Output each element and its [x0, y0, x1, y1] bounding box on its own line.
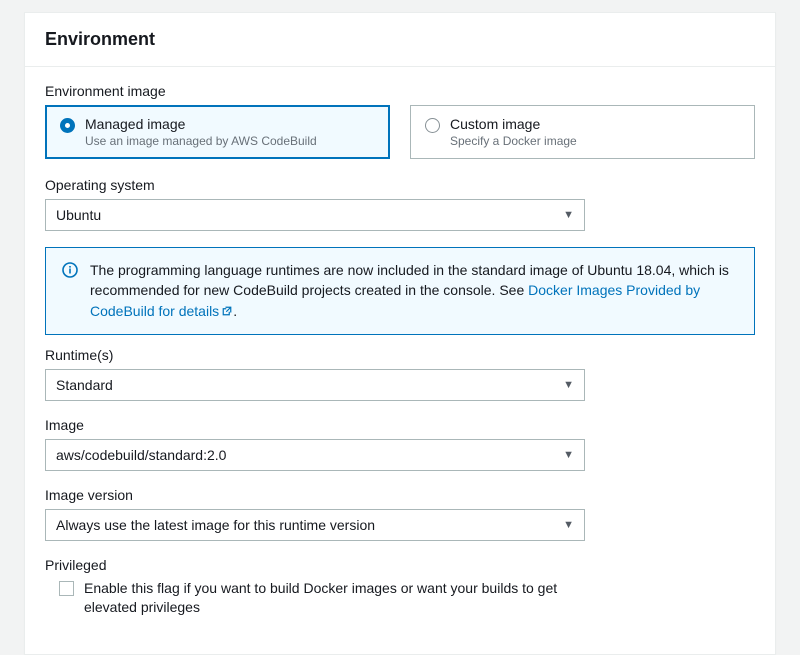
- image-version-select[interactable]: Always use the latest image for this run…: [45, 509, 585, 541]
- operating-system-select[interactable]: Ubuntu ▼: [45, 199, 585, 231]
- info-icon: [62, 262, 78, 278]
- image-label: Image: [45, 417, 755, 433]
- managed-image-desc: Use an image managed by AWS CodeBuild: [85, 134, 317, 148]
- managed-image-title: Managed image: [85, 116, 317, 132]
- radio-icon: [60, 118, 75, 133]
- chevron-down-icon: ▼: [563, 209, 574, 221]
- runtime-info-box: The programming language runtimes are no…: [45, 247, 755, 335]
- environment-image-group: Environment image Managed image Use an i…: [45, 83, 755, 159]
- info-text-post: .: [233, 303, 237, 319]
- image-select[interactable]: aws/codebuild/standard:2.0 ▼: [45, 439, 585, 471]
- operating-system-value: Ubuntu: [56, 207, 101, 223]
- runtime-label: Runtime(s): [45, 347, 755, 363]
- environment-image-label: Environment image: [45, 83, 755, 99]
- panel-body: Environment image Managed image Use an i…: [25, 67, 775, 654]
- custom-image-title: Custom image: [450, 116, 577, 132]
- panel-header: Environment: [25, 13, 775, 67]
- privileged-checkbox-label: Enable this flag if you want to build Do…: [84, 579, 594, 618]
- image-version-group: Image version Always use the latest imag…: [45, 487, 755, 541]
- runtime-group: Runtime(s) Standard ▼: [45, 347, 755, 401]
- chevron-down-icon: ▼: [563, 449, 574, 461]
- custom-image-desc: Specify a Docker image: [450, 134, 577, 148]
- environment-image-radio-group: Managed image Use an image managed by AW…: [45, 105, 755, 159]
- managed-image-option[interactable]: Managed image Use an image managed by AW…: [45, 105, 390, 159]
- chevron-down-icon: ▼: [563, 519, 574, 531]
- runtime-select[interactable]: Standard ▼: [45, 369, 585, 401]
- operating-system-label: Operating system: [45, 177, 755, 193]
- image-value: aws/codebuild/standard:2.0: [56, 447, 226, 463]
- custom-image-option[interactable]: Custom image Specify a Docker image: [410, 105, 755, 159]
- image-version-label: Image version: [45, 487, 755, 503]
- image-group: Image aws/codebuild/standard:2.0 ▼: [45, 417, 755, 471]
- environment-panel: Environment Environment image Managed im…: [24, 12, 776, 655]
- privileged-group: Privileged Enable this flag if you want …: [45, 557, 755, 618]
- info-text: The programming language runtimes are no…: [90, 260, 738, 322]
- privileged-checkbox-row: Enable this flag if you want to build Do…: [59, 579, 755, 618]
- custom-image-content: Custom image Specify a Docker image: [450, 116, 577, 148]
- privileged-label: Privileged: [45, 557, 755, 573]
- chevron-down-icon: ▼: [563, 379, 574, 391]
- external-link-icon: [221, 302, 233, 322]
- runtime-value: Standard: [56, 377, 113, 393]
- panel-title: Environment: [45, 29, 755, 50]
- image-version-value: Always use the latest image for this run…: [56, 517, 375, 533]
- privileged-checkbox[interactable]: [59, 581, 74, 596]
- managed-image-content: Managed image Use an image managed by AW…: [85, 116, 317, 148]
- operating-system-group: Operating system Ubuntu ▼: [45, 177, 755, 231]
- radio-icon: [425, 118, 440, 133]
